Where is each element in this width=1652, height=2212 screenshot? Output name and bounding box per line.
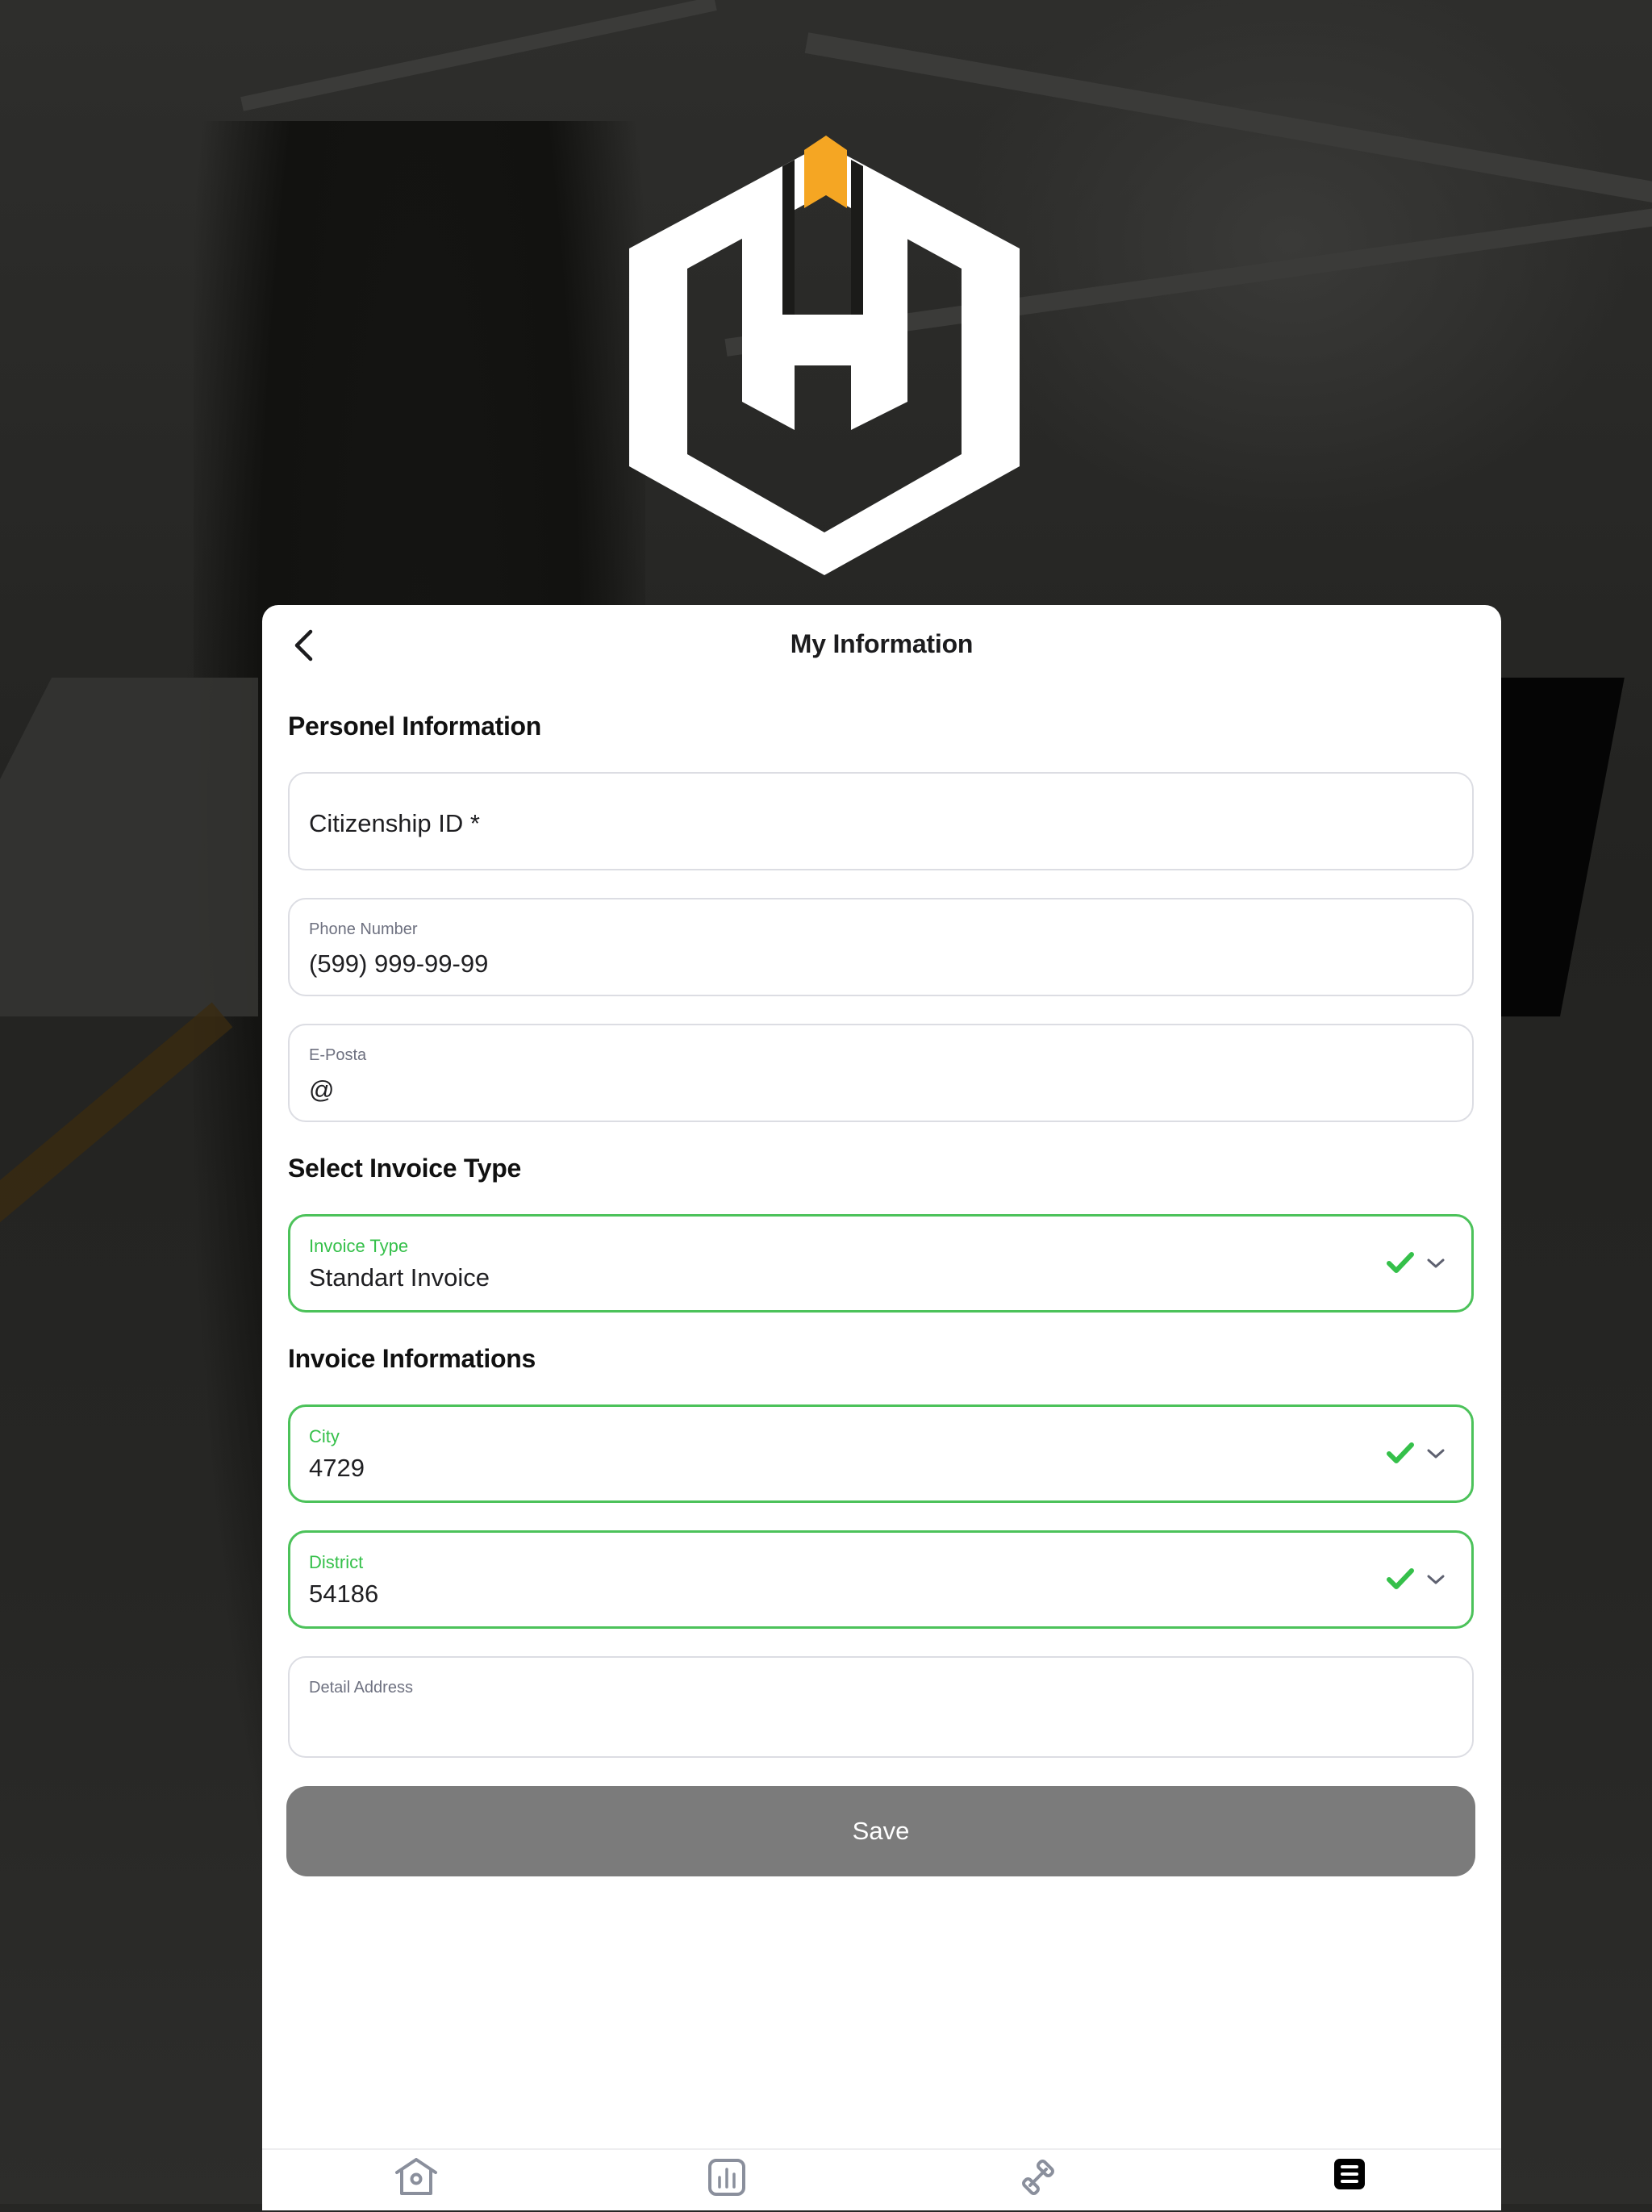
city-value: 4729 xyxy=(309,1454,365,1482)
detail-address-field[interactable]: Detail Address xyxy=(288,1656,1474,1758)
invoice-type-label: Invoice Type xyxy=(309,1236,409,1256)
logo-orange-bookmark xyxy=(804,136,847,208)
phone-number-label: Phone Number xyxy=(309,920,418,938)
citizenship-id-placeholder: Citizenship ID * xyxy=(309,809,480,837)
email-value: @ xyxy=(309,1075,335,1104)
tab-home[interactable] xyxy=(392,2158,440,2203)
menu-icon xyxy=(1334,2159,1365,2189)
city-label: City xyxy=(309,1426,340,1446)
header: My Information xyxy=(262,605,1501,686)
phone-number-value: (599) 999-99-99 xyxy=(309,949,489,978)
city-select[interactable]: City 4729 xyxy=(288,1404,1474,1503)
bottom-tab-bar xyxy=(262,2148,1501,2212)
tab-workout[interactable] xyxy=(1014,2158,1062,2203)
page-title: My Information xyxy=(790,629,974,658)
invoice-type-value: Standart Invoice xyxy=(309,1263,490,1292)
background-wall-letter xyxy=(0,678,258,1016)
checkmark-icon xyxy=(1387,1568,1414,1589)
my-information-card: My Information Personel Information Citi… xyxy=(262,605,1501,2210)
checkmark-icon xyxy=(1387,1252,1414,1273)
hexagon-h-logo xyxy=(629,136,1020,575)
home-icon xyxy=(395,2158,437,2195)
chevron-down-icon xyxy=(1427,1258,1445,1268)
tab-menu[interactable] xyxy=(1325,2158,1374,2203)
dumbbell-icon xyxy=(1022,2160,1054,2195)
chevron-down-icon xyxy=(1427,1449,1445,1459)
section-title-personal: Personel Information xyxy=(288,712,542,741)
bar-chart-icon xyxy=(708,2159,745,2196)
invoice-type-select[interactable]: Invoice Type Standart Invoice xyxy=(288,1214,1474,1313)
section-title-invoice-info: Invoice Informations xyxy=(288,1344,536,1373)
district-value: 54186 xyxy=(309,1580,379,1608)
save-button[interactable]: Save xyxy=(286,1786,1475,1876)
citizenship-id-field[interactable]: Citizenship ID * xyxy=(288,772,1474,870)
email-field[interactable]: E-Posta @ xyxy=(288,1024,1474,1122)
district-label: District xyxy=(309,1552,364,1572)
checkmark-icon xyxy=(1387,1442,1414,1463)
section-title-invoice-type: Select Invoice Type xyxy=(288,1154,521,1183)
district-select[interactable]: District 54186 xyxy=(288,1530,1474,1629)
detail-address-label: Detail Address xyxy=(309,1679,413,1697)
email-label: E-Posta xyxy=(309,1046,367,1064)
chevron-down-icon xyxy=(1427,1575,1445,1584)
phone-number-field[interactable]: Phone Number (599) 999-99-99 xyxy=(288,898,1474,996)
tab-stats[interactable] xyxy=(703,2158,751,2203)
